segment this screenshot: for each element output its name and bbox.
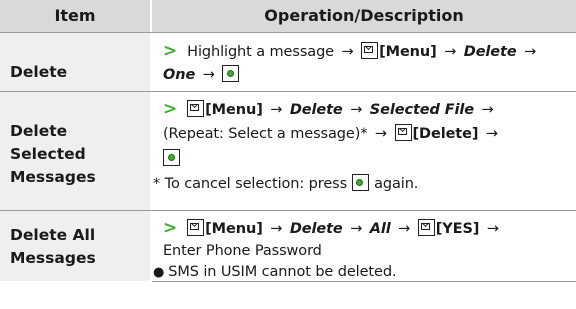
center-key-icon: [222, 65, 240, 82]
menu-key-icon: [187, 100, 205, 117]
row3-line1: > [Menu] → Delete → All → [YES] →: [163, 218, 499, 238]
chevron-icon: >: [163, 218, 178, 238]
row2-line3: [163, 148, 181, 170]
item-label-delete: Delete: [10, 63, 68, 81]
center-key-icon: [163, 149, 180, 166]
row2-line1: > [Menu] → Delete → Selected File →: [163, 99, 494, 119]
row3-line2: Enter Phone Password: [163, 243, 322, 259]
operation-table: Item Operation/Description Delete > Highl…: [0, 0, 576, 309]
header-item: Item: [54, 6, 96, 25]
item-label-delete-all: Delete All Messages: [10, 226, 96, 267]
header-operation: Operation/Description: [264, 6, 464, 25]
table-header: Item Operation/Description: [0, 0, 576, 32]
chevron-icon: >: [163, 41, 178, 61]
center-key-icon: [351, 174, 369, 191]
row2-line2: (Repeat: Select a message)* → [Delete] →: [163, 124, 498, 142]
row3-note: ● SMS in USIM cannot be deleted.: [153, 264, 397, 280]
row1-line2: One →: [163, 64, 240, 86]
menu-key-icon: [417, 219, 435, 236]
menu-key-icon: [394, 124, 412, 141]
item-label-delete-selected: Delete Selected Messages: [10, 122, 96, 186]
menu-key-icon: [187, 219, 205, 236]
chevron-icon: >: [163, 99, 178, 119]
bullet-icon: ●: [153, 265, 165, 280]
row2-note: * To cancel selection: press again.: [153, 174, 419, 192]
row1-line1: > Highlight a message → [Menu] → Delete →: [163, 41, 537, 61]
menu-key-icon: [361, 42, 379, 59]
